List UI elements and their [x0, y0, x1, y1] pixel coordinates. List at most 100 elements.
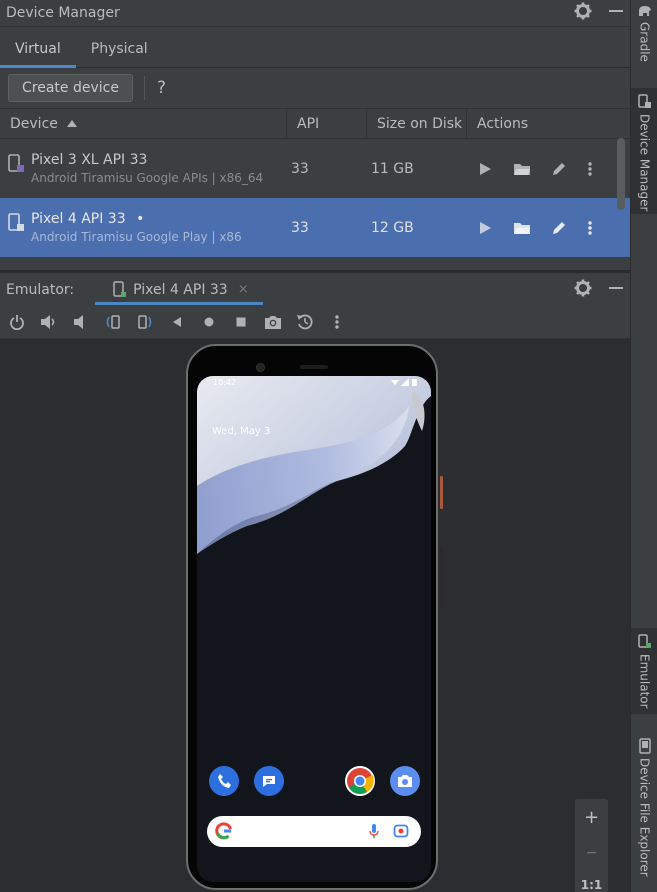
emulator-device-icon [637, 634, 651, 648]
lens-icon[interactable] [393, 823, 409, 839]
side-tab-label: Emulator [637, 654, 652, 709]
messages-app-icon[interactable] [254, 766, 284, 796]
column-api[interactable]: API [287, 109, 367, 138]
table-scrollbar[interactable] [617, 138, 625, 210]
play-icon[interactable] [477, 220, 493, 236]
side-tab-device-manager[interactable]: Device Manager [631, 88, 657, 214]
table-header: Device API Size on Disk Actions [0, 108, 630, 139]
emulator-display: 10:42 Wed, May 3 + − 1:1 [0, 340, 630, 892]
gear-icon[interactable] [574, 279, 592, 301]
table-row[interactable]: Pixel 3 XL API 33 Android Tiramisu Googl… [0, 139, 630, 198]
status-icons [390, 378, 417, 390]
more-options-icon[interactable] [326, 312, 347, 333]
snapshot-icon[interactable] [294, 312, 315, 333]
power-icon[interactable] [6, 312, 27, 333]
side-tab-label: Device File Explorer [637, 758, 652, 877]
table-row[interactable]: Pixel 4 API 33 • Android Tiramisu Google… [0, 198, 630, 257]
device-toolbar: Create device ? [0, 68, 630, 108]
home-date: Wed, May 3 [212, 426, 271, 437]
column-device[interactable]: Device [0, 109, 287, 138]
column-size[interactable]: Size on Disk [367, 109, 467, 138]
rotate-left-icon[interactable] [102, 312, 123, 333]
home-icon[interactable] [198, 312, 219, 333]
running-device-icon [113, 280, 127, 297]
minimize-icon[interactable] [608, 3, 624, 23]
column-actions: Actions [477, 115, 529, 132]
edit-pencil-icon[interactable] [551, 220, 567, 236]
zoom-out-button[interactable]: − [586, 845, 598, 861]
device-screen[interactable]: 10:42 Wed, May 3 [197, 376, 431, 882]
panel-title: Device Manager [6, 5, 120, 21]
device-api: 33 [291, 219, 309, 236]
device-subtitle: Android Tiramisu Google APIs | x86_64 [31, 171, 264, 185]
phone-app-icon[interactable] [209, 766, 239, 796]
emulator-toolbar [0, 306, 630, 339]
device-name: Pixel 4 API 33 [31, 211, 126, 227]
status-bar: 10:42 [197, 376, 431, 390]
toolbar-separator [144, 76, 145, 100]
emulator-device-tab[interactable]: Pixel 4 API 33 × [95, 273, 263, 306]
zoom-1-to-1-button[interactable]: 1:1 [581, 878, 603, 892]
rotate-right-icon[interactable] [134, 312, 155, 333]
google-search-bar[interactable] [207, 816, 421, 847]
phone-device-icon [8, 213, 24, 231]
help-icon[interactable]: ? [157, 78, 166, 98]
column-device-label: Device [10, 115, 58, 132]
phone-device-icon [8, 154, 24, 172]
volume-side-button[interactable] [440, 546, 443, 608]
wifi-icon [390, 380, 399, 385]
sort-ascending-icon [66, 119, 77, 127]
device-file-explorer-icon [638, 738, 651, 754]
zoom-in-button[interactable]: + [584, 807, 599, 828]
earpiece-speaker [300, 365, 328, 369]
edit-pencil-icon[interactable] [551, 161, 567, 177]
front-camera [256, 363, 265, 372]
battery-icon [412, 379, 417, 386]
more-options-icon[interactable] [587, 161, 593, 177]
device-manager-header: Device Manager [0, 0, 630, 27]
status-time: 10:42 [213, 378, 237, 387]
side-tab-emulator[interactable]: Emulator [631, 628, 657, 714]
chrome-app-icon[interactable] [345, 766, 375, 796]
volume-down-icon[interactable] [70, 312, 91, 333]
camera-app-icon[interactable] [390, 766, 420, 796]
phone-frame: 10:42 Wed, May 3 [186, 344, 443, 890]
device-size: 12 GB [371, 219, 414, 236]
folder-icon[interactable] [513, 161, 531, 177]
folder-icon[interactable] [513, 220, 531, 236]
more-options-icon[interactable] [587, 220, 593, 236]
device-subtitle: Android Tiramisu Google Play | x86 [31, 230, 242, 244]
back-icon[interactable] [166, 312, 187, 333]
signal-icon [401, 378, 410, 386]
side-tab-device-file-explorer[interactable]: Device File Explorer [631, 734, 657, 886]
microphone-icon[interactable] [369, 823, 379, 839]
emulator-panel: Emulator: Pixel 4 API 33 × 10:42 Wed, Ma… [0, 270, 630, 892]
device-api: 33 [291, 160, 309, 177]
side-tab-gradle[interactable]: Gradle [631, 4, 657, 70]
tool-window-strip: Gradle Device Manager Emulator Device Fi… [630, 0, 657, 892]
create-device-button[interactable]: Create device [8, 74, 133, 102]
app-dock [197, 766, 431, 800]
volume-up-icon[interactable] [38, 312, 59, 333]
device-manager-icon [637, 94, 651, 108]
device-type-tabs: Virtual Physical [0, 27, 630, 68]
play-icon[interactable] [477, 161, 493, 177]
running-indicator: • [136, 211, 145, 227]
emulator-tab-label: Pixel 4 API 33 [133, 281, 228, 298]
side-tab-label: Device Manager [637, 114, 652, 212]
tab-physical[interactable]: Physical [76, 41, 163, 67]
power-side-button[interactable] [440, 476, 443, 509]
overview-icon[interactable] [230, 312, 251, 333]
zoom-controls: + − 1:1 [575, 799, 608, 892]
gradle-elephant-icon [638, 6, 651, 16]
emulator-header: Emulator: Pixel 4 API 33 × [0, 270, 630, 306]
gear-icon[interactable] [574, 2, 592, 24]
device-size: 11 GB [371, 160, 414, 177]
close-tab-icon[interactable]: × [238, 282, 249, 297]
minimize-icon[interactable] [608, 280, 624, 300]
camera-icon[interactable] [262, 312, 283, 333]
device-manager-panel: Device Manager Virtual Physical Create d… [0, 0, 630, 270]
emulator-label: Emulator: [6, 281, 75, 298]
device-name: Pixel 3 XL API 33 [31, 152, 148, 168]
tab-virtual[interactable]: Virtual [0, 41, 76, 68]
